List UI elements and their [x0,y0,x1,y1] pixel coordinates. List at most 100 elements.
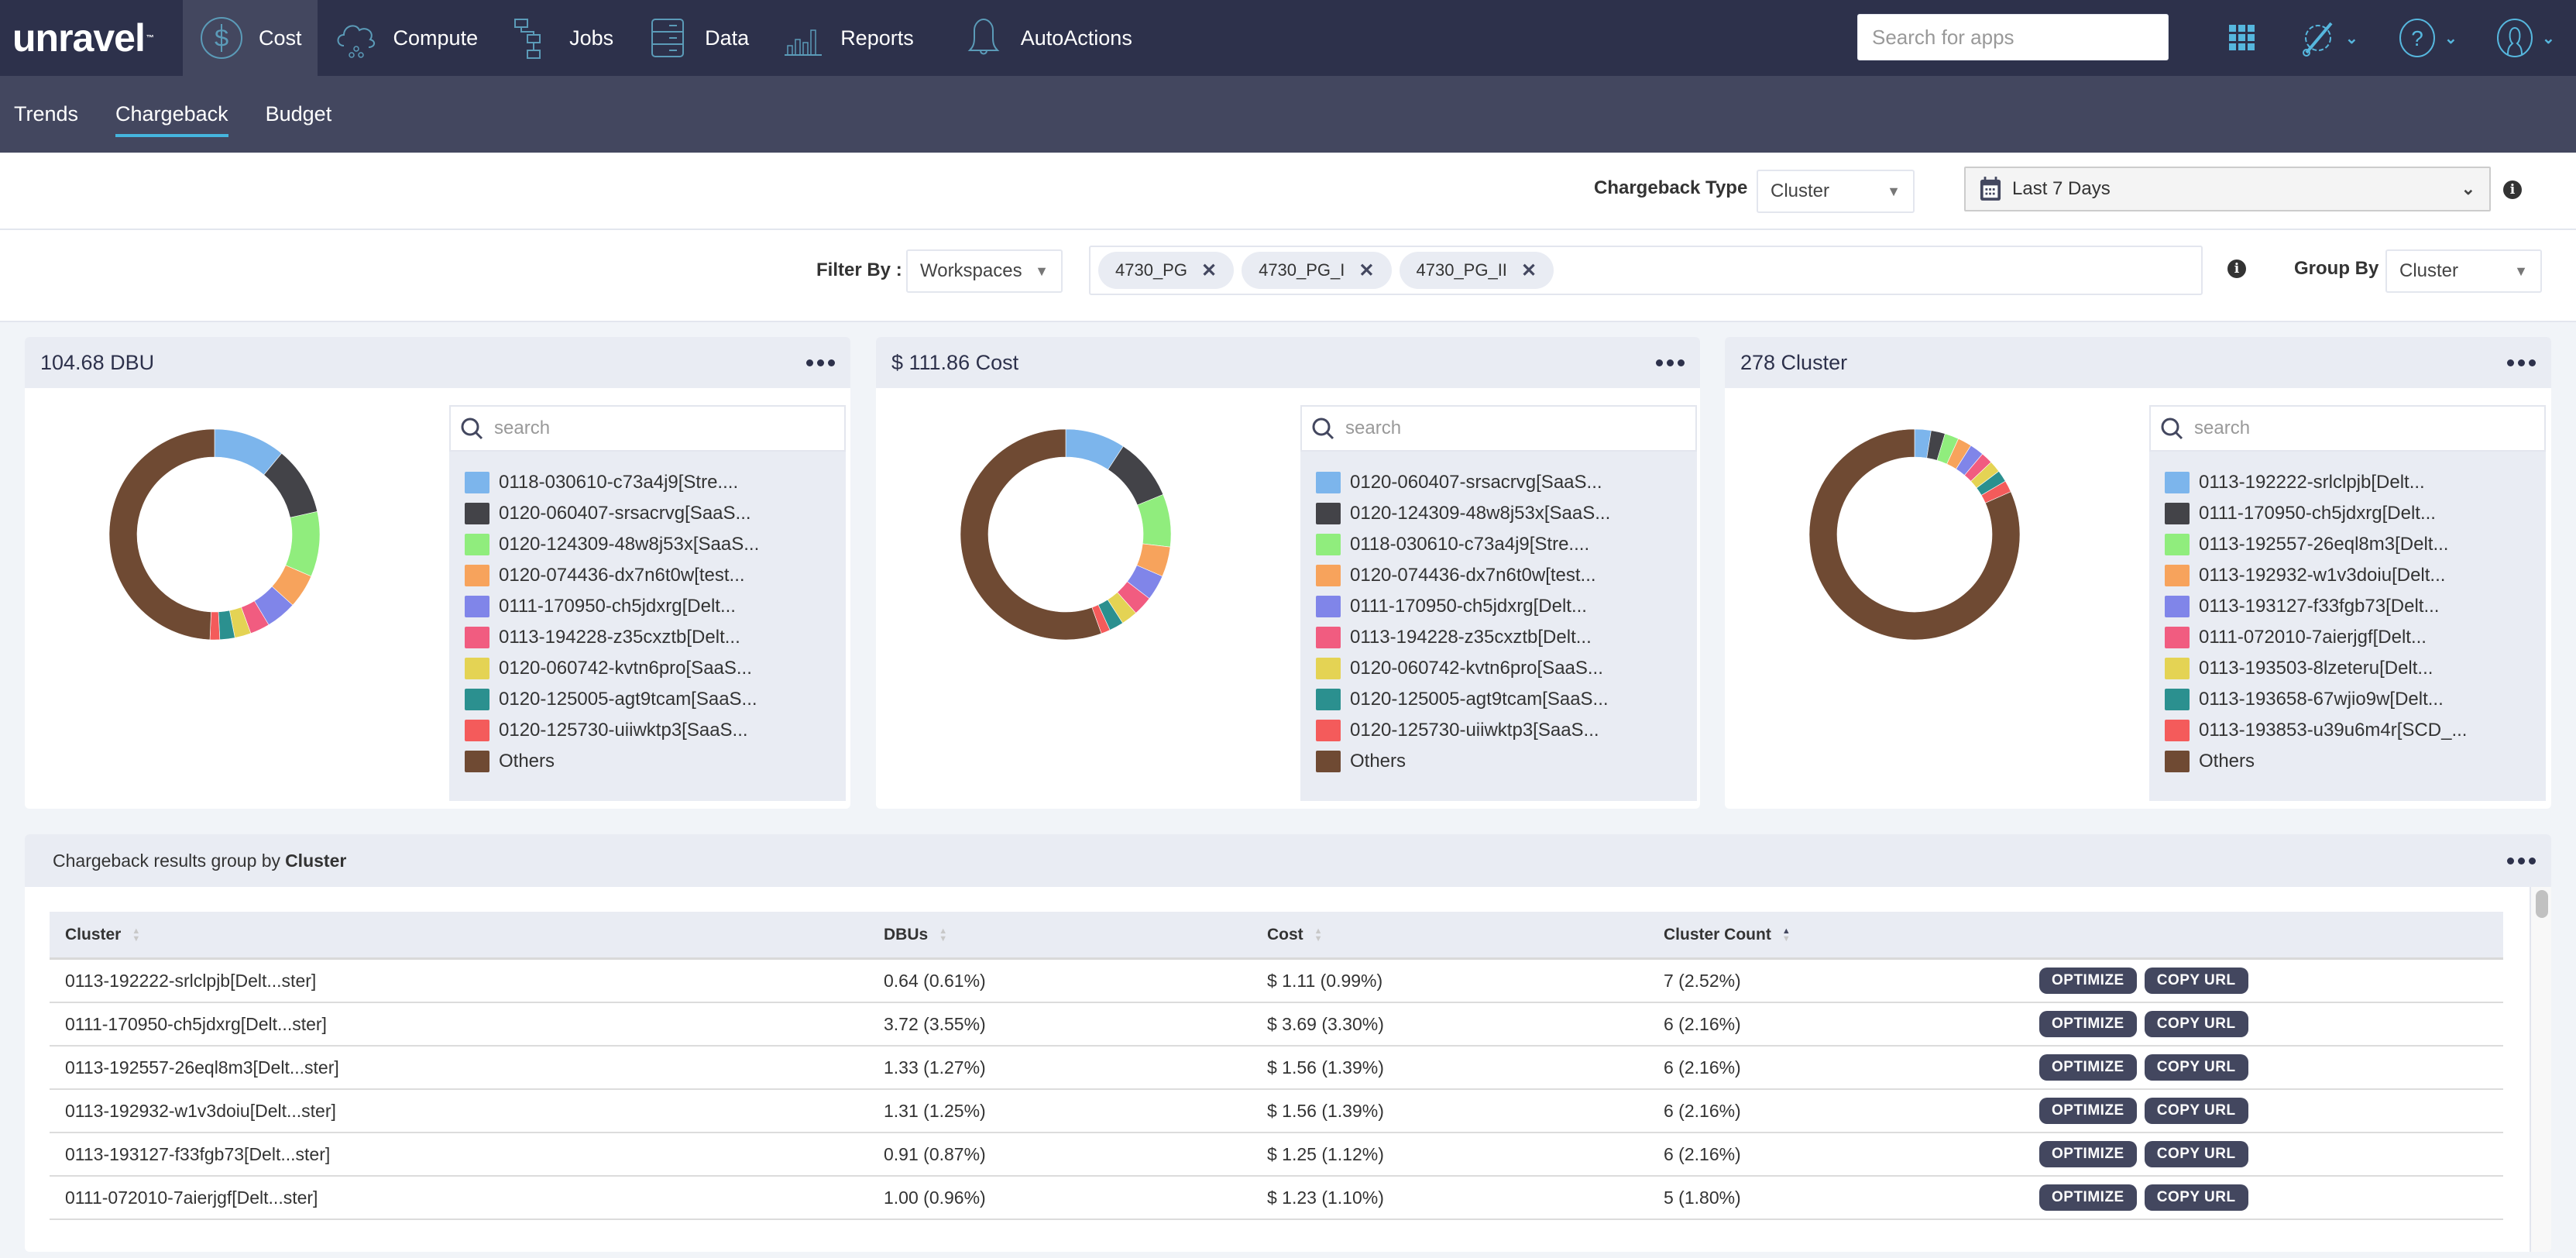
donut-slice[interactable] [209,611,221,641]
group-by-select[interactable]: Cluster ▼ [2385,249,2542,293]
legend-item[interactable]: Others [2165,746,2546,777]
legend-item[interactable]: 0120-124309-48w8j53x[SaaS... [1316,498,1697,529]
info-icon[interactable]: i [2503,180,2522,199]
cell-cluster[interactable]: 0111-072010-7aierjgf[Delt...ster] [50,1188,884,1208]
col-header-cluster-count[interactable]: Cluster Count ▲ ▼ [1664,926,2039,944]
cell-cluster[interactable]: 0113-192557-26eql8m3[Delt...ster] [50,1057,884,1078]
tab-budget[interactable]: Budget [266,76,332,153]
col-header-cost[interactable]: Cost ▲ ▼ [1267,926,1664,944]
user-menu-button[interactable]: ⌄ [2495,17,2555,59]
cell-cluster[interactable]: 0113-192932-w1v3doiu[Delt...ster] [50,1101,884,1122]
help-menu-button[interactable]: ? ⌄ [2398,17,2458,59]
optimize-button[interactable]: OPTIMIZE [2039,1054,2137,1081]
nav-cost[interactable]: S Cost [183,0,318,76]
optimize-button[interactable]: OPTIMIZE [2039,968,2137,994]
legend-item[interactable]: 0120-124309-48w8j53x[SaaS... [465,529,846,560]
donut-slice[interactable] [960,428,1102,641]
legend-item[interactable]: 0120-125005-agt9tcam[SaaS... [465,684,846,715]
copy-url-button[interactable]: COPY URL [2144,1098,2248,1124]
card-header: 104.68 DBU [25,337,850,388]
nav-compute[interactable]: Compute [318,0,494,76]
chargeback-type-select[interactable]: Cluster ▼ [1757,170,1915,213]
nav-data[interactable]: Data [629,0,764,76]
col-header-dbus[interactable]: DBUs ▲ ▼ [884,926,1267,944]
cell-cost: $ 1.56 (1.39%) [1267,1057,1384,1078]
legend-search-input[interactable]: search [2149,405,2546,452]
legend-item[interactable]: 0118-030610-c73a4j9[Stre.... [465,467,846,498]
legend-item[interactable]: 0111-072010-7aierjgf[Delt... [2165,622,2546,653]
tab-trends[interactable]: Trends [14,76,78,153]
cell-cluster[interactable]: 0111-170950-ch5jdxrg[Delt...ster] [50,1014,884,1035]
nav-autoactions[interactable]: AutoActions [929,0,1148,76]
remove-tag-icon[interactable]: ✕ [1521,260,1537,282]
copy-url-button[interactable]: COPY URL [2144,968,2248,994]
settings-menu-button[interactable]: ⌄ [2299,17,2358,59]
copy-url-button[interactable]: COPY URL [2144,1141,2248,1167]
legend-item[interactable]: 0120-125005-agt9tcam[SaaS... [1316,684,1697,715]
legend-item[interactable]: 0120-125730-uiiwktp3[SaaS... [1316,715,1697,746]
legend-search-input[interactable]: search [1300,405,1697,452]
apps-grid-icon [2229,25,2255,50]
legend-item[interactable]: 0113-192932-w1v3doiu[Delt... [2165,560,2546,591]
bell-icon [967,18,1000,55]
cell-cluster[interactable]: 0113-193127-f33fgb73[Delt...ster] [50,1144,884,1165]
legend-item[interactable]: 0113-193127-f33fgb73[Delt... [2165,591,2546,622]
copy-url-button[interactable]: COPY URL [2144,1011,2248,1037]
nav-reports[interactable]: Reports [764,0,929,76]
legend-item[interactable]: 0113-192222-srlclpjb[Delt... [2165,467,2546,498]
legend-item[interactable]: 0113-193853-u39u6m4r[SCD_... [2165,715,2546,746]
copy-url-button[interactable]: COPY URL [2144,1054,2248,1081]
tab-chargeback[interactable]: Chargeback [115,76,228,153]
filter-tags-input[interactable]: 4730_PG ✕ 4730_PG_I ✕ 4730_PG_II ✕ [1089,246,2203,295]
cell-cluster[interactable]: 0113-192222-srlclpjb[Delt...ster] [50,971,884,992]
legend-item[interactable]: 0113-194228-z35cxztb[Delt... [465,622,846,653]
legend-item[interactable]: 0120-074436-dx7n6t0w[test... [465,560,846,591]
more-options-icon[interactable] [2507,857,2536,864]
scrollbar-thumb[interactable] [2536,890,2548,918]
legend-label: Others [1350,751,1406,772]
optimize-button[interactable]: OPTIMIZE [2039,1141,2137,1167]
legend-swatch [1316,565,1341,586]
legend-item[interactable]: 0120-060742-kvtn6pro[SaaS... [465,653,846,684]
legend-item[interactable]: 0120-060407-srsacrvg[SaaS... [1316,467,1697,498]
more-options-icon[interactable] [806,359,835,366]
nav-jobs[interactable]: Jobs [493,0,629,76]
legend-item[interactable]: 0111-170950-ch5jdxrg[Delt... [1316,591,1697,622]
legend-item[interactable]: 0120-060742-kvtn6pro[SaaS... [1316,653,1697,684]
legend-item[interactable]: Others [1316,746,1697,777]
optimize-button[interactable]: OPTIMIZE [2039,1011,2137,1037]
table-scrollbar[interactable] [2530,887,2551,1252]
legend-item[interactable]: 0120-060407-srsacrvg[SaaS... [465,498,846,529]
legend-item[interactable]: 0113-194228-z35cxztb[Delt... [1316,622,1697,653]
legend-item[interactable]: 0120-074436-dx7n6t0w[test... [1316,560,1697,591]
info-icon[interactable]: i [2227,260,2246,278]
legend-item[interactable]: 0111-170950-ch5jdxrg[Delt... [465,591,846,622]
more-options-icon[interactable] [2507,359,2536,366]
legend-item[interactable]: 0120-125730-uiiwktp3[SaaS... [465,715,846,746]
legend-swatch [2165,596,2190,617]
optimize-button[interactable]: OPTIMIZE [2039,1184,2137,1211]
optimize-button[interactable]: OPTIMIZE [2039,1098,2137,1124]
col-header-cluster[interactable]: Cluster ▲ ▼ [50,926,884,944]
apps-grid-button[interactable] [2229,17,2255,59]
remove-tag-icon[interactable]: ✕ [1358,260,1374,282]
legend-item[interactable]: Others [465,746,846,777]
date-range-picker[interactable]: Last 7 Days ⌄ [1964,167,2491,211]
donut-slice[interactable] [285,510,321,577]
remove-tag-icon[interactable]: ✕ [1201,260,1217,282]
legend-item[interactable]: 0113-193503-8lzeteru[Delt... [2165,653,2546,684]
filter-by-select[interactable]: Workspaces ▼ [906,249,1063,293]
svg-text:?: ? [2411,26,2423,50]
legend-search-input[interactable]: search [449,405,846,452]
search-apps-input[interactable] [1857,14,2169,60]
copy-url-button[interactable]: COPY URL [2144,1184,2248,1211]
cell-cluster-count: 7 (2.52%) [1664,970,1741,991]
more-options-icon[interactable] [1656,359,1685,366]
legend-item[interactable]: 0113-192557-26eql8m3[Delt... [2165,529,2546,560]
legend-item[interactable]: 0111-170950-ch5jdxrg[Delt... [2165,498,2546,529]
legend-item[interactable]: 0118-030610-c73a4j9[Stre.... [1316,529,1697,560]
legend-item[interactable]: 0113-193658-67wjio9w[Delt... [2165,684,2546,715]
table-row: 0113-193127-f33fgb73[Delt...ster] 0.91 (0… [50,1133,2503,1177]
donut-slice[interactable] [108,428,215,641]
unravel-logo[interactable]: unravel ™ [0,0,183,76]
